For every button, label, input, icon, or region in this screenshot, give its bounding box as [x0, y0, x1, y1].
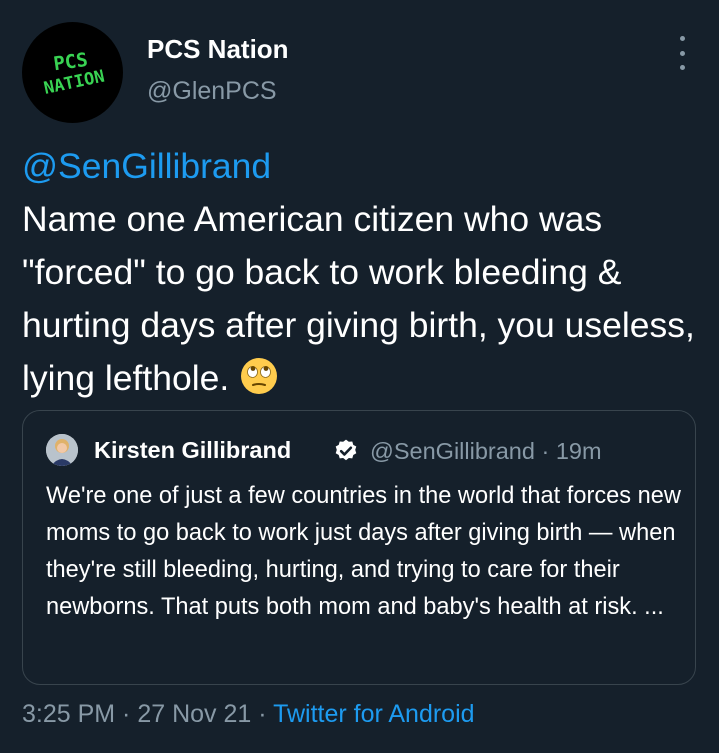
author-avatar[interactable]: PCS NATION	[22, 22, 123, 123]
face-with-rolling-eyes-emoji	[241, 358, 278, 394]
tweet-source-link[interactable]: Twitter for Android	[273, 700, 474, 728]
more-dot	[679, 65, 685, 70]
pcs-nation-logo: PCS NATION	[42, 49, 106, 99]
quoted-avatar-portrait	[46, 434, 78, 466]
tweet-body: Name one American citizen who was "force…	[22, 199, 705, 398]
verified-badge-icon	[335, 439, 357, 461]
author-name[interactable]: PCS Nation	[147, 34, 289, 65]
tweet-text: @SenGillibrand Name one American citizen…	[22, 140, 712, 405]
quoted-author-name: Kirsten Gillibrand	[94, 437, 292, 463]
quoted-text: We're one of just a few countries in the…	[46, 483, 681, 620]
author-handle[interactable]: @GlenPCS	[147, 77, 277, 106]
tweet-timestamp[interactable]: 3:25 PM · 27 Nov 21 ·	[22, 700, 273, 728]
quoted-author-avatar[interactable]	[46, 434, 78, 466]
quoted-tweet[interactable]: Kirsten Gillibrand @SenGillibrand · 19m …	[22, 410, 696, 685]
mention-link[interactable]: @SenGillibrand	[22, 146, 271, 186]
more-dot	[679, 50, 685, 56]
tweet-meta: 3:25 PM · 27 Nov 21 · Twitter for Androi…	[22, 700, 475, 729]
more-options-icon[interactable]	[668, 36, 696, 70]
more-dot	[679, 36, 685, 41]
quoted-handle-time: @SenGillibrand · 19m	[370, 438, 602, 464]
